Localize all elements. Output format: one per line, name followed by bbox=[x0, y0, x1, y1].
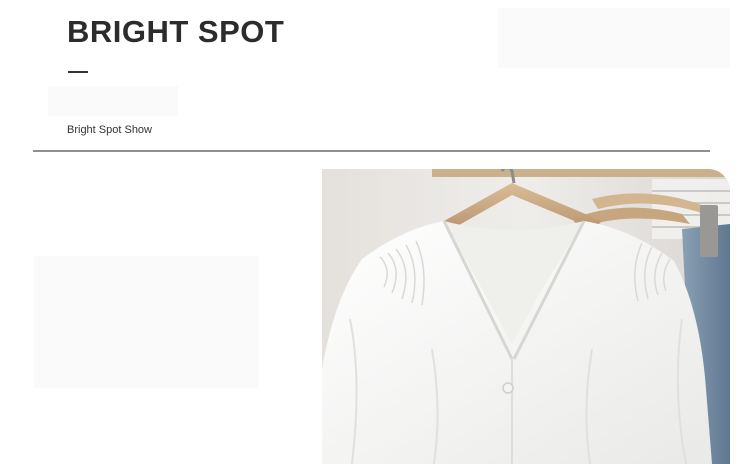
section-subtitle: Bright Spot Show bbox=[67, 124, 152, 136]
faint-background-block-left bbox=[34, 256, 259, 388]
product-photo bbox=[322, 169, 730, 464]
shirt-button bbox=[502, 382, 514, 394]
clothes-rail bbox=[432, 169, 730, 177]
blouse-illustration bbox=[322, 169, 730, 464]
title-underline-dash bbox=[68, 71, 88, 73]
divider-rule bbox=[33, 150, 710, 152]
faint-background-block-mid bbox=[48, 86, 178, 116]
hang-tag bbox=[700, 205, 718, 257]
faint-background-block-top bbox=[498, 8, 730, 68]
section-title: BRIGHT SPOT bbox=[67, 14, 285, 49]
